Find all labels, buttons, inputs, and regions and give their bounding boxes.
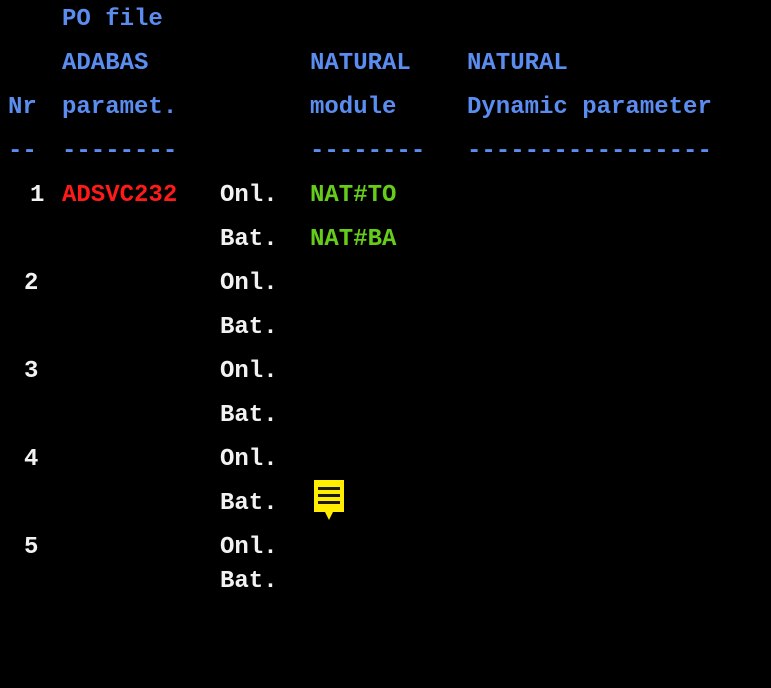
header-line-2: ADABAS NATURAL NATURAL (0, 44, 568, 84)
module-header: module (310, 94, 397, 121)
row-number: 3 (24, 358, 39, 385)
separator-dynamic: ----------------- (467, 138, 712, 165)
header-line-3: Nr paramet. module Dynamic parameter (0, 88, 712, 128)
batch-label: Bat. (220, 402, 278, 429)
separator-line: -- -------- -------- ----------------- (0, 132, 712, 172)
paramet-header: paramet. (62, 94, 178, 121)
table-row-batch: Bat. (0, 396, 278, 436)
batch-module-field[interactable]: NAT#BA (310, 220, 396, 260)
adabas-param-field[interactable]: ADSVC232 (62, 176, 177, 216)
header-line-1: PO file (0, 0, 163, 40)
po-file-header: PO file (62, 6, 163, 33)
natural-module-header: NATURAL (310, 50, 411, 77)
separator-param: -------- (62, 138, 178, 165)
online-label: Onl. (220, 182, 278, 209)
online-label: Onl. (220, 358, 278, 385)
batch-label: Bat. (220, 490, 278, 517)
table-row-batch: Bat. (0, 484, 278, 524)
table-row: 3 Onl. (0, 352, 278, 392)
batch-label: Bat. (220, 568, 278, 595)
table-row-batch: Bat. NAT#BA (0, 220, 396, 260)
batch-label: Bat. (220, 226, 278, 253)
nr-header: Nr (8, 94, 37, 121)
adabas-header: ADABAS (62, 50, 149, 77)
row-number: 4 (24, 446, 39, 473)
online-label: Onl. (220, 270, 278, 297)
table-row-batch: Bat. (0, 308, 278, 348)
table-row: 2 Onl. (0, 264, 278, 304)
row-number: 2 (24, 270, 39, 297)
separator-module: -------- (310, 138, 426, 165)
table-row: 4 Onl. (0, 440, 278, 480)
note-icon[interactable] (314, 480, 344, 522)
natural-dynamic-header: NATURAL (467, 50, 568, 77)
terminal-screen: PO file ADABAS NATURAL NATURAL Nr parame… (0, 0, 771, 595)
separator-nr: -- (8, 138, 37, 165)
row-number: 1 (30, 182, 45, 209)
table-row-batch: Bat. (0, 562, 278, 602)
table-row: 1 ADSVC232 Onl. NAT#TO (0, 176, 396, 216)
online-label: Onl. (220, 446, 278, 473)
batch-label: Bat. (220, 314, 278, 341)
online-module-field[interactable]: NAT#TO (310, 176, 396, 216)
dynamic-parameter-header: Dynamic parameter (467, 94, 712, 121)
